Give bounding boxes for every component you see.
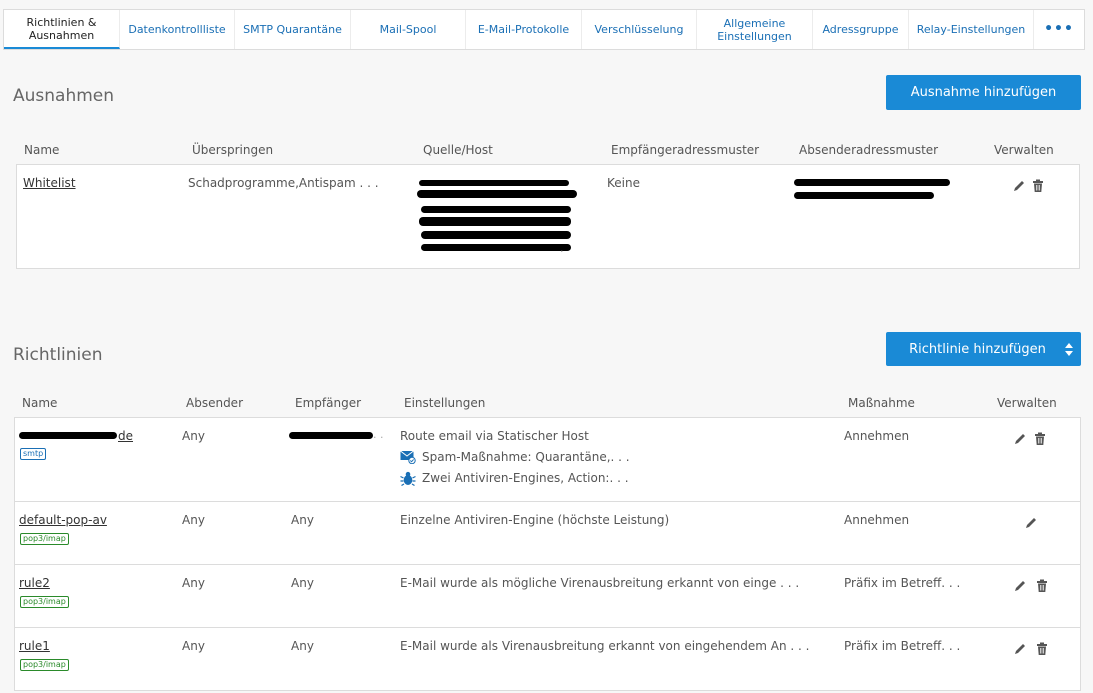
- col-header-name: Name: [24, 143, 60, 157]
- policy-antivirus-setting: Zwei Antiviren-Engines, Action:. . .: [422, 471, 629, 485]
- policy-name-link[interactable]: de: [118, 429, 133, 443]
- sort-down-icon: [1065, 351, 1073, 356]
- policy-sender: Any: [182, 576, 205, 590]
- col-header-skip: Überspringen: [192, 143, 274, 157]
- edit-icon[interactable]: [1013, 642, 1027, 656]
- col-header-manage: Verwalten: [997, 396, 1057, 410]
- more-icon: •••: [1044, 21, 1074, 37]
- tab-general-settings[interactable]: Allgemeine Einstellungen: [697, 10, 813, 49]
- delete-icon[interactable]: [1036, 642, 1048, 656]
- tab-bar: Richtlinien & Ausnahmen Datenkontrolllis…: [3, 9, 1085, 50]
- policy-sender: Any: [182, 639, 205, 653]
- add-policy-button[interactable]: Richtlinie hinzufügen: [886, 332, 1081, 366]
- policy-settings: E-Mail wurde als mögliche Virenausbreitu…: [400, 576, 800, 590]
- policy-recipient: Any: [291, 639, 314, 653]
- policy-sender: Any: [182, 429, 205, 443]
- add-policy-label: Richtlinie hinzufügen: [909, 341, 1046, 357]
- protocol-badge: pop3/imap: [20, 533, 69, 545]
- delete-icon[interactable]: [1034, 432, 1046, 446]
- policy-name-link[interactable]: default-pop-av: [19, 513, 107, 527]
- edit-icon[interactable]: [1012, 179, 1026, 193]
- tab-data-control-list[interactable]: Datenkontrollliste: [120, 10, 235, 49]
- tab-encryption[interactable]: Verschlüsselung: [582, 10, 697, 49]
- tab-policies-exceptions[interactable]: Richtlinien & Ausnahmen: [4, 10, 120, 49]
- exception-skip: Schadprogramme,Antispam . . .: [188, 176, 379, 190]
- col-header-recipient: Empfänger: [295, 396, 362, 410]
- table-row: rule1 pop3/imap Any Any E-Mail wurde als…: [14, 628, 1081, 691]
- table-row: rule2 pop3/imap Any Any E-Mail wurde als…: [14, 565, 1081, 628]
- tab-mail-spool[interactable]: Mail-Spool: [351, 10, 466, 49]
- policy-recipient: Any: [291, 513, 314, 527]
- add-exception-button[interactable]: Ausnahme hinzufügen: [886, 75, 1081, 110]
- policy-action: Präfix im Betreff. . .: [844, 639, 961, 653]
- policy-settings: Route email via Statischer Host: [400, 429, 589, 443]
- policy-name-link[interactable]: rule2: [19, 576, 50, 590]
- tab-label: Allgemeine Einstellungen: [717, 16, 792, 43]
- tab-relay-settings[interactable]: Relay-Einstellungen: [909, 10, 1034, 49]
- col-header-action: Maßnahme: [848, 396, 915, 410]
- exception-name-link[interactable]: Whitelist: [23, 176, 76, 190]
- table-row: de smtp Any . . Route email via Statisch…: [14, 417, 1081, 502]
- tab-label: Relay-Einstellungen: [916, 23, 1026, 36]
- tab-label: Adressgruppe: [822, 23, 899, 36]
- tab-label: Richtlinien & Ausnahmen: [26, 15, 97, 42]
- policy-settings: Einzelne Antiviren-Engine (höchste Leist…: [400, 513, 670, 527]
- table-row: default-pop-av pop3/imap Any Any Einzeln…: [14, 502, 1081, 565]
- policy-action: Annehmen: [844, 429, 910, 443]
- protocol-badge: smtp: [20, 448, 47, 460]
- exception-recipient-pattern: Keine: [607, 176, 640, 190]
- col-header-manage: Verwalten: [994, 143, 1054, 157]
- policy-name-link[interactable]: rule1: [19, 639, 50, 653]
- policy-spam-setting: Spam-Maßnahme: Quarantäne,. . .: [422, 450, 630, 464]
- tab-label: Datenkontrollliste: [128, 23, 226, 36]
- policy-recipient: Any: [291, 576, 314, 590]
- tab-label: SMTP Quarantäne: [243, 23, 342, 36]
- tab-label: E-Mail-Protokolle: [477, 23, 570, 36]
- delete-icon[interactable]: [1032, 179, 1044, 193]
- delete-icon[interactable]: [1036, 579, 1048, 593]
- mail-spam-icon: [400, 450, 416, 464]
- policy-action: Präfix im Betreff. . .: [844, 576, 961, 590]
- exceptions-table: Whitelist Schadprogramme,Antispam . . . …: [16, 164, 1080, 269]
- more-tabs-button[interactable]: •••: [1034, 10, 1084, 49]
- tab-email-logs[interactable]: E-Mail-Protokolle: [466, 10, 582, 49]
- edit-icon[interactable]: [1024, 516, 1038, 530]
- protocol-badge: pop3/imap: [20, 596, 69, 608]
- policies-title: Richtlinien: [13, 345, 103, 365]
- tab-address-group[interactable]: Adressgruppe: [813, 10, 909, 49]
- col-header-settings: Einstellungen: [404, 396, 486, 410]
- edit-icon[interactable]: [1013, 432, 1027, 446]
- policy-sender: Any: [182, 513, 205, 527]
- protocol-badge: pop3/imap: [20, 659, 69, 671]
- edit-icon[interactable]: [1013, 579, 1027, 593]
- col-header-sender-pattern: Absenderadressmuster: [799, 143, 939, 157]
- tab-smtp-quarantine[interactable]: SMTP Quarantäne: [235, 10, 351, 49]
- policy-settings: E-Mail wurde als Virenausbreitung erkann…: [400, 639, 810, 653]
- col-header-sender: Absender: [186, 396, 243, 410]
- sort-up-icon: [1065, 343, 1073, 348]
- policy-action: Annehmen: [844, 513, 910, 527]
- col-header-recipient-pattern: Empfängeradressmuster: [611, 143, 760, 157]
- bug-icon: [400, 471, 416, 486]
- col-header-name: Name: [22, 396, 58, 410]
- col-header-source: Quelle/Host: [423, 143, 493, 157]
- exceptions-title: Ausnahmen: [13, 86, 115, 106]
- tab-label: Verschlüsselung: [594, 23, 684, 36]
- tab-label: Mail-Spool: [379, 23, 437, 36]
